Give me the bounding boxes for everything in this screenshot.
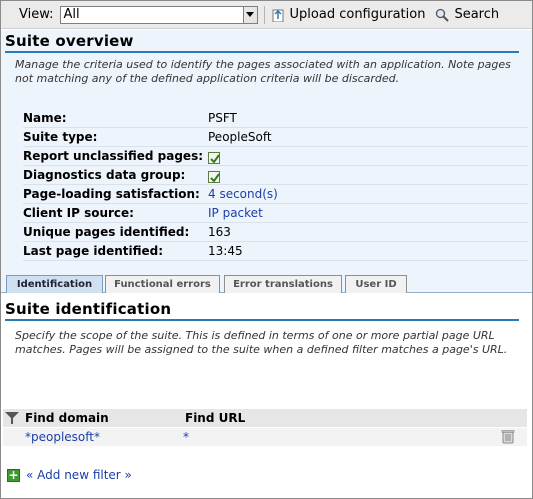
page-loading-satisfaction-link[interactable]: 4 second(s) xyxy=(208,187,278,201)
property-label: Client IP source: xyxy=(23,206,134,220)
property-row-client-ip: Client IP source: IP packet xyxy=(23,204,528,223)
property-value: PeopleSoft xyxy=(208,130,272,144)
tab-identification[interactable]: Identification xyxy=(6,275,103,293)
suite-overview-divider xyxy=(5,51,519,53)
toolbar: View: All Upload configuration Search xyxy=(1,1,532,29)
suite-identification-description: Specify the scope of the suite. This is … xyxy=(15,329,508,356)
column-header-find-url[interactable]: Find URL xyxy=(185,411,245,425)
property-label: Suite type: xyxy=(23,130,98,144)
suite-properties: Name: PSFT Suite type: PeopleSoft Report… xyxy=(23,109,528,261)
suite-identification-divider xyxy=(5,319,519,321)
column-header-find-domain[interactable]: Find domain xyxy=(25,411,185,425)
filter-url-link[interactable]: * xyxy=(183,430,189,444)
tab-error-translations[interactable]: Error translations xyxy=(224,275,342,293)
filter-row: *peoplesoft* * xyxy=(3,428,527,446)
suite-identification-title: Suite identification xyxy=(5,300,172,318)
view-label: View: xyxy=(19,7,54,22)
view-select[interactable]: All xyxy=(59,5,258,24)
report-unclassified-checkbox[interactable] xyxy=(208,152,220,164)
property-value: 163 xyxy=(208,225,231,239)
upload-configuration-label: Upload configuration xyxy=(289,7,426,22)
view-select-value: All xyxy=(63,6,80,22)
search-icon xyxy=(435,8,450,22)
property-label: Name: xyxy=(23,111,67,125)
property-row-unique-pages: Unique pages identified: 163 xyxy=(23,223,528,242)
tab-bar: Identification Functional errors Error t… xyxy=(1,271,532,293)
suite-overview-panel: Suite overview Manage the criteria used … xyxy=(1,30,532,271)
search-label: Search xyxy=(454,7,500,22)
property-label: Diagnostics data group: xyxy=(23,168,186,182)
property-value: PSFT xyxy=(208,111,237,125)
suite-identification-panel: Suite identification Specify the scope o… xyxy=(1,294,532,498)
suite-overview-title: Suite overview xyxy=(5,32,134,50)
upload-configuration-button[interactable]: Upload configuration xyxy=(271,7,426,22)
property-row-name: Name: PSFT xyxy=(23,109,528,128)
tab-functional-errors[interactable]: Functional errors xyxy=(105,275,220,293)
dropdown-arrow-icon[interactable] xyxy=(242,6,257,23)
property-label: Report unclassified pages: xyxy=(23,149,204,163)
filter-icon xyxy=(5,411,21,425)
filter-domain-link[interactable]: *peoplesoft* xyxy=(25,430,183,444)
suite-configuration-window: View: All Upload configuration Search Su… xyxy=(0,0,533,499)
toolbar-separator xyxy=(263,5,265,24)
property-label: Unique pages identified: xyxy=(23,225,190,239)
delete-filter-icon[interactable] xyxy=(501,429,515,447)
property-label: Last page identified: xyxy=(23,244,164,258)
filter-table-header: Find domain Find URL xyxy=(3,409,527,427)
add-filter-row: + « Add new filter » xyxy=(7,468,132,482)
tab-user-id[interactable]: User ID xyxy=(345,275,407,293)
property-row-last-page: Last page identified: 13:45 xyxy=(23,242,528,261)
property-row-suite-type: Suite type: PeopleSoft xyxy=(23,128,528,147)
add-new-filter-link[interactable]: « Add new filter » xyxy=(26,468,132,482)
suite-overview-description: Manage the criteria used to identify the… xyxy=(15,58,511,85)
property-row-report-unclassified: Report unclassified pages: xyxy=(23,147,528,166)
add-icon[interactable]: + xyxy=(7,468,20,482)
client-ip-source-link[interactable]: IP packet xyxy=(208,206,263,220)
search-button[interactable]: Search xyxy=(435,7,499,22)
property-label: Page-loading satisfaction: xyxy=(23,187,200,201)
diagnostics-data-group-checkbox[interactable] xyxy=(208,171,220,183)
property-value: 13:45 xyxy=(208,244,243,258)
property-row-diagnostics: Diagnostics data group: xyxy=(23,166,528,185)
property-row-page-loading: Page-loading satisfaction: 4 second(s) xyxy=(23,185,528,204)
upload-icon xyxy=(271,8,285,22)
